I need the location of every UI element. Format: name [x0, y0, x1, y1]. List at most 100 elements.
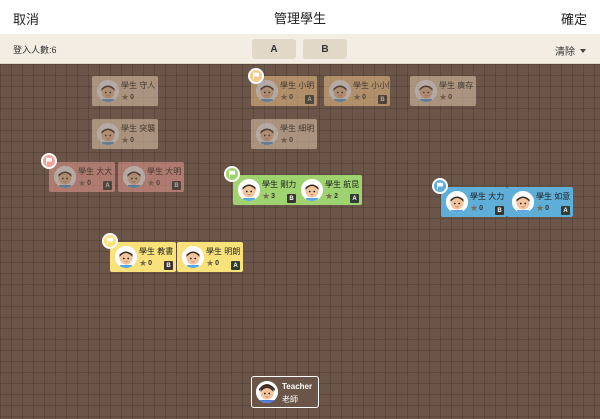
star-count: ★ 0	[121, 93, 134, 102]
star-value: 0	[448, 93, 452, 101]
teacher-name: Teacher	[282, 382, 313, 391]
star-count: ★ 0	[78, 178, 91, 188]
student-name: 學生 小小情	[353, 81, 389, 90]
toolbar: 登入人數:6 A B 清除	[0, 34, 600, 64]
star-icon: ★	[325, 191, 334, 201]
student-card[interactable]: 學生 剛力 ★ 3 B	[233, 175, 299, 205]
star-count: ★ 2	[325, 191, 338, 201]
student-name: 學生 細明	[280, 124, 315, 133]
student-name: 學生 如意	[536, 192, 571, 201]
student-card[interactable]: 學生 航昆 ★ 2 A	[296, 175, 362, 205]
star-value: 0	[362, 93, 366, 101]
star-count: ★ 0	[280, 92, 293, 102]
student-avatar	[97, 80, 119, 102]
teacher-avatar	[256, 381, 278, 403]
student-avatar	[512, 191, 534, 213]
student-card[interactable]: 學生 守人 ★ 0	[92, 76, 158, 106]
student-avatar	[115, 246, 137, 268]
group-a-button[interactable]: A	[252, 39, 296, 59]
student-name: 學生 明朗	[206, 247, 241, 256]
star-icon: ★	[280, 92, 289, 102]
group-badge: A	[350, 194, 359, 203]
login-count: 登入人數:6	[13, 45, 57, 55]
group-badge: A	[231, 261, 240, 270]
group-flag-icon[interactable]	[41, 153, 57, 169]
student-card[interactable]: 學生 如意 ★ 0 A	[507, 187, 573, 217]
student-card[interactable]: 學生 教書 ★ 0 B	[110, 242, 176, 272]
group-badge: A	[305, 95, 314, 104]
star-value: 0	[215, 259, 219, 267]
student-avatar	[238, 179, 260, 201]
star-value: 0	[545, 204, 549, 212]
star-icon: ★	[262, 191, 271, 201]
teacher-card[interactable]: Teacher 老師	[251, 376, 319, 408]
seating-board	[0, 64, 600, 419]
star-value: 0	[479, 204, 483, 212]
clear-label: 清除	[555, 47, 575, 58]
student-avatar	[182, 246, 204, 268]
star-value: 2	[334, 192, 338, 200]
star-value: 0	[87, 179, 91, 187]
student-name: 學生 大大	[78, 167, 113, 176]
star-count: ★ 0	[439, 92, 452, 102]
star-count: ★ 0	[280, 135, 293, 145]
confirm-button[interactable]: 確定	[561, 9, 587, 28]
star-icon: ★	[121, 135, 130, 145]
student-avatar	[256, 80, 278, 102]
student-avatar	[123, 166, 145, 188]
star-icon: ★	[78, 178, 87, 188]
star-count: ★ 0	[147, 178, 160, 188]
star-count: ★ 0	[206, 258, 219, 268]
star-count: ★ 3	[262, 191, 275, 201]
student-card[interactable]: 學生 大大 ★ 0 A	[49, 162, 115, 192]
student-avatar	[256, 123, 278, 145]
student-card[interactable]: 學生 大力 ★ 0 B	[441, 187, 507, 217]
star-count: ★ 0	[353, 92, 366, 102]
student-name: 學生 大力	[470, 192, 505, 201]
group-badge: B	[495, 206, 504, 215]
star-value: 0	[289, 93, 293, 101]
star-icon: ★	[280, 135, 289, 145]
student-card[interactable]: 學生 明朗 ★ 0 A	[177, 242, 243, 272]
student-avatar	[415, 80, 437, 102]
student-name: 學生 守人	[121, 81, 156, 90]
student-name: 學生 剛力	[262, 180, 297, 189]
star-icon: ★	[439, 92, 448, 102]
star-icon: ★	[206, 258, 215, 268]
student-avatar	[329, 80, 351, 102]
student-name: 學生 航昆	[325, 180, 360, 189]
group-flag-icon[interactable]	[224, 166, 240, 182]
student-card[interactable]: 學生 細明 ★ 0	[251, 119, 317, 149]
star-icon: ★	[147, 178, 156, 188]
student-card[interactable]: 學生 突襲 ★ 0	[92, 119, 158, 149]
header-bar: 取消 管理學生 確定	[0, 0, 600, 34]
group-badge: B	[287, 194, 296, 203]
student-card[interactable]: 學生 大明 ★ 0 B	[118, 162, 184, 192]
group-flag-icon[interactable]	[248, 68, 264, 84]
student-card[interactable]: 學生 廣存 ★ 0	[410, 76, 476, 106]
student-name: 學生 突襲	[121, 124, 156, 133]
caret-down-icon	[580, 48, 586, 53]
clear-dropdown[interactable]: 清除	[555, 43, 586, 58]
group-b-button[interactable]: B	[303, 39, 347, 59]
group-badge: B	[172, 181, 181, 190]
group-flag-icon[interactable]	[432, 178, 448, 194]
star-value: 0	[130, 93, 134, 101]
student-name: 學生 小明	[280, 81, 315, 90]
page-title: 管理學生	[273, 10, 326, 26]
star-value: 3	[271, 192, 275, 200]
cancel-button[interactable]: 取消	[13, 9, 39, 28]
group-badge: A	[103, 181, 112, 190]
student-avatar	[446, 191, 468, 213]
student-name: 學生 大明	[147, 167, 182, 176]
student-card[interactable]: 學生 小小情 ★0 B	[324, 76, 390, 106]
star-icon: ★	[139, 258, 148, 268]
student-avatar	[97, 123, 119, 145]
star-icon: ★	[353, 92, 362, 102]
star-value: 0	[148, 259, 152, 267]
group-flag-icon[interactable]	[102, 233, 118, 249]
student-name: 學生 教書	[139, 247, 174, 256]
star-count: ★ 0	[536, 204, 549, 213]
student-name: 學生 廣存	[439, 81, 474, 90]
star-icon: ★	[470, 203, 479, 213]
